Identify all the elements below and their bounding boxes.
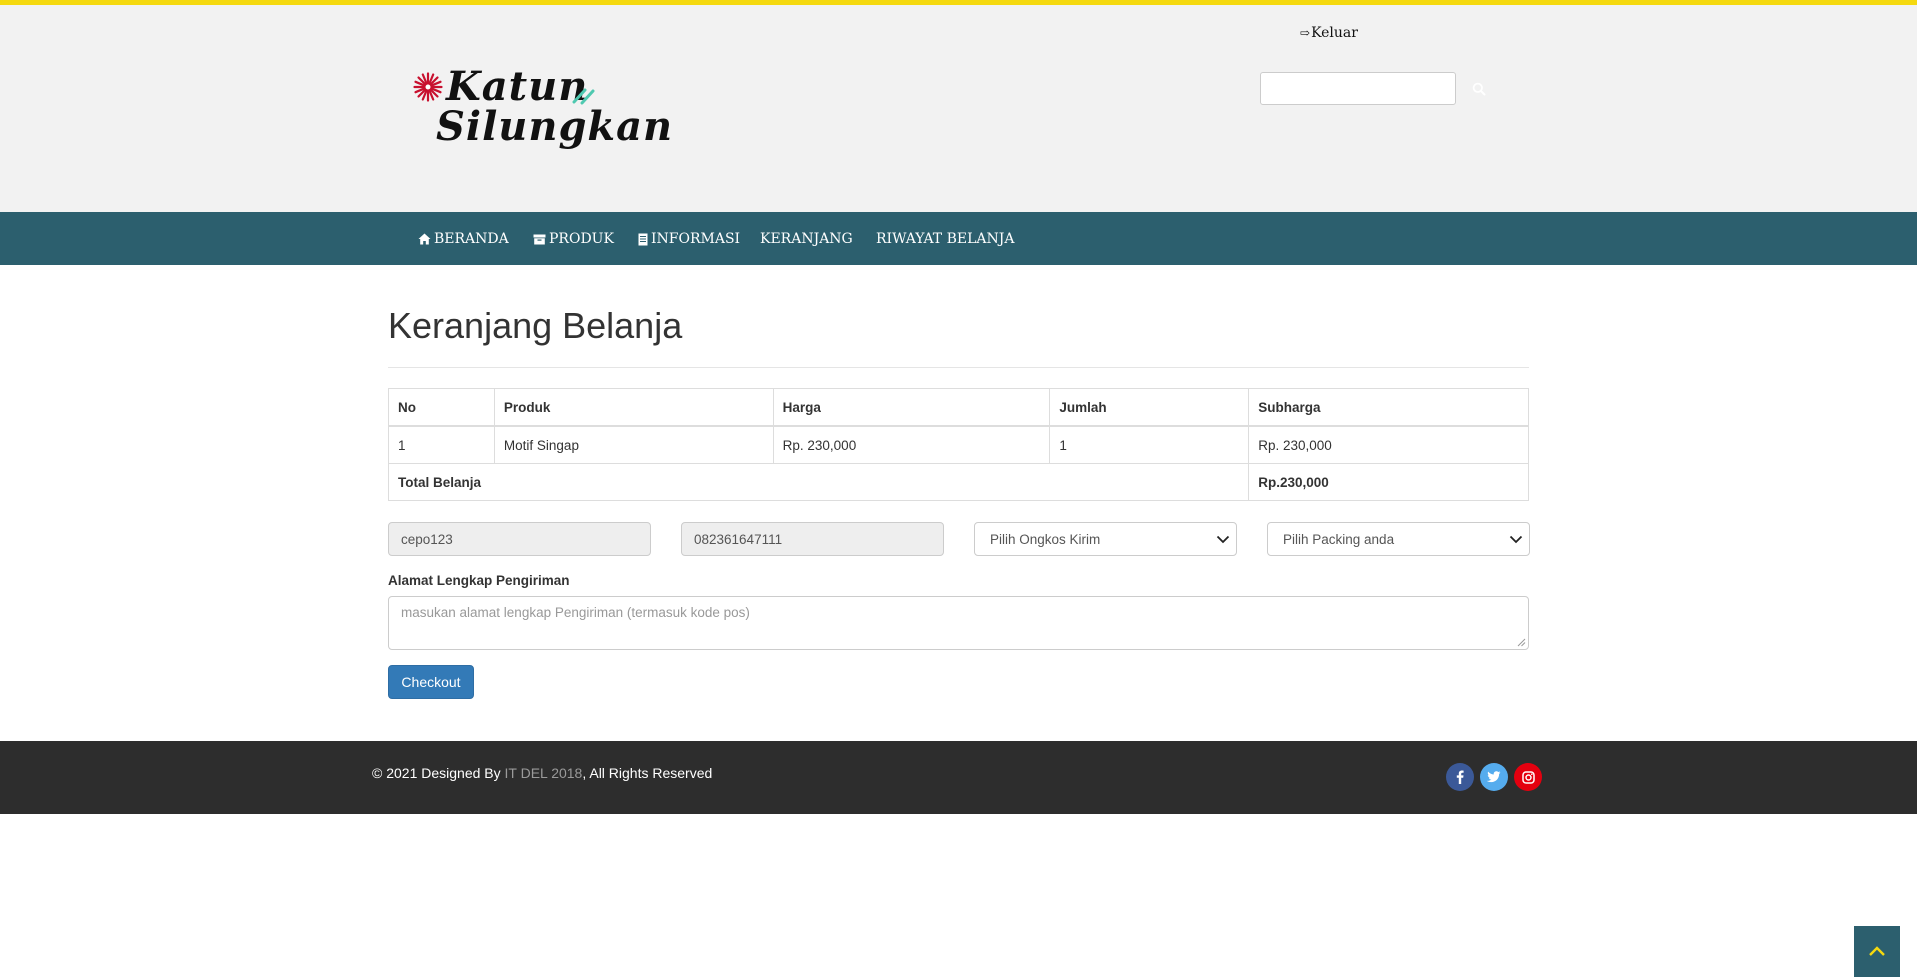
cell-no: 1 (388, 425, 495, 464)
copyright-text: © 2021 Designed By IT DEL 2018, All Righ… (372, 765, 712, 781)
column-header-subharga: Subharga (1248, 388, 1529, 427)
page-title: Keranjang Belanja (388, 305, 683, 346)
address-label: Alamat Lengkap Pengiriman (388, 573, 570, 588)
table-header-row: No Produk Harga Jumlah Subharga (388, 388, 1529, 427)
title-divider (388, 367, 1529, 368)
nav-item-keranjang[interactable]: KERANJANG (760, 229, 853, 249)
column-header-produk: Produk (493, 388, 774, 427)
search-icon (1472, 82, 1486, 95)
table-row: 1 Motif Singap Rp. 230,000 1 Rp. 230,000 (388, 425, 1529, 464)
brand-name-line1: Katun (446, 63, 589, 110)
total-value: Rp.230,000 (1248, 463, 1529, 501)
total-row: Total Belanja Rp.230,000 (387, 463, 1529, 501)
nav-label-riwayat-belanja: RIWAYAT BELANJA (876, 231, 1015, 247)
nav-label-produk: PRODUK (549, 231, 614, 247)
facebook-icon (1456, 770, 1464, 784)
checkout-button[interactable]: Checkout (388, 665, 474, 699)
resize-handle-icon[interactable] (1517, 638, 1526, 647)
cell-produk: Motif Singap (493, 425, 774, 464)
column-header-harga: Harga (772, 388, 1051, 427)
shipping-cost-selected: Pilih Ongkos Kirim (990, 531, 1101, 547)
nav-label-informasi: INFORMASI (651, 231, 741, 247)
logo-accent-strokes (572, 88, 595, 105)
nav-item-informasi[interactable]: INFORMASI (638, 229, 740, 249)
cell-jumlah: 1 (1049, 425, 1250, 464)
nav-item-produk[interactable]: PRODUK (533, 229, 614, 249)
back-to-top-button[interactable] (1854, 926, 1900, 977)
main-navbar: BERANDA PRODUK INFORMASI KERANJANG RIWAY… (0, 212, 1917, 265)
sign-out-icon: ⇨ (1300, 26, 1311, 40)
nav-item-beranda[interactable]: BERANDA (418, 229, 509, 249)
instagram-link[interactable] (1514, 763, 1542, 791)
chevron-down-icon (1509, 535, 1523, 543)
brand-logo[interactable]: Katun Silungkan (408, 63, 672, 160)
total-label: Total Belanja (387, 463, 1250, 501)
search-button[interactable] (1460, 72, 1498, 105)
column-header-no: No (388, 388, 495, 427)
cell-harga: Rp. 230,000 (772, 425, 1051, 464)
cell-subharga: Rp. 230,000 (1248, 425, 1529, 464)
column-header-jumlah: Jumlah (1049, 388, 1250, 427)
copyright-suffix: , All Rights Reserved (582, 765, 713, 781)
chevron-down-icon (1216, 535, 1230, 543)
copyright-prefix: © 2021 Designed By (372, 765, 505, 781)
instagram-icon (1521, 770, 1535, 784)
phone-value: 082361647111 (694, 531, 783, 547)
home-icon (418, 233, 431, 245)
address-placeholder: masukan alamat lengkap Pengiriman (terma… (401, 605, 750, 620)
nav-label-keranjang: KERANJANG (760, 231, 853, 247)
username-field[interactable]: cepo123 (388, 522, 651, 556)
header: Katun Silungkan ⇨Keluar (0, 5, 1917, 212)
designer-credit[interactable]: IT DEL 2018 (505, 765, 583, 781)
cart-table: No Produk Harga Jumlah Subharga 1 Motif … (387, 388, 1529, 501)
flower-icon (413, 72, 443, 102)
logout-link[interactable]: ⇨Keluar (1300, 25, 1358, 41)
brand-name-line2: Silungkan (436, 103, 674, 150)
facebook-link[interactable] (1446, 763, 1474, 791)
logout-label: Keluar (1311, 25, 1358, 41)
shipping-cost-select[interactable]: Pilih Ongkos Kirim (974, 522, 1237, 556)
username-value: cepo123 (401, 531, 453, 547)
chevron-up-icon (1869, 946, 1885, 956)
packing-select[interactable]: Pilih Packing anda (1267, 522, 1530, 556)
nav-label-beranda: BERANDA (434, 231, 509, 247)
search-input[interactable] (1260, 72, 1456, 105)
nav-item-riwayat-belanja[interactable]: RIWAYAT BELANJA (876, 229, 1014, 249)
twitter-icon (1487, 771, 1501, 783)
footer: © 2021 Designed By IT DEL 2018, All Righ… (0, 741, 1917, 814)
packing-selected: Pilih Packing anda (1283, 531, 1395, 547)
twitter-link[interactable] (1480, 763, 1508, 791)
address-textarea[interactable]: masukan alamat lengkap Pengiriman (terma… (388, 596, 1529, 650)
archive-icon (533, 234, 546, 245)
phone-field[interactable]: 082361647111 (681, 522, 944, 556)
document-icon (638, 233, 648, 246)
